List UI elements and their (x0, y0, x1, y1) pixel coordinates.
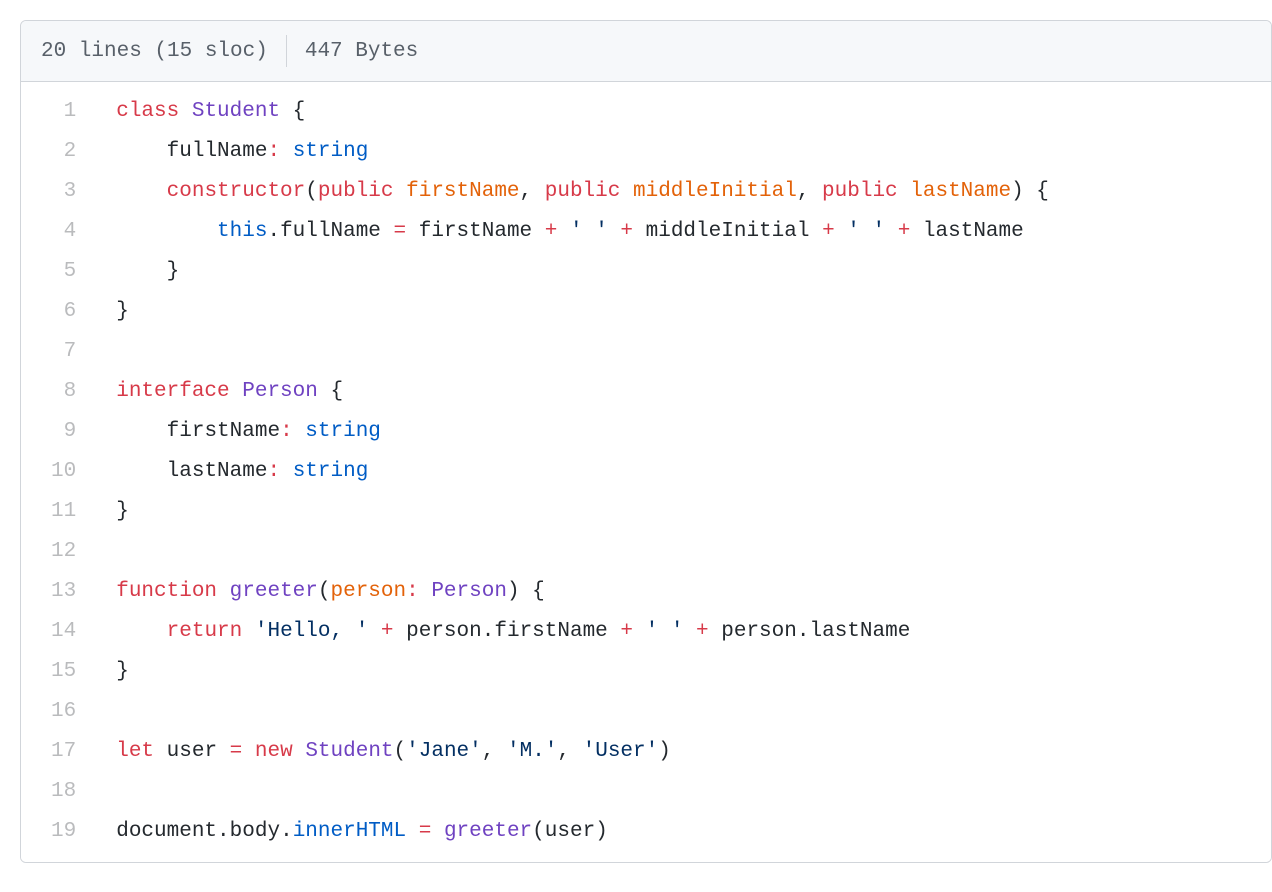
file-bytes: 447 Bytes (305, 40, 418, 63)
code-line: } (96, 652, 1271, 692)
line-number[interactable]: 17 (21, 732, 96, 772)
code-area: 12345678910111213141516171819 class Stud… (21, 82, 1271, 862)
code-line: this.fullName = firstName + ' ' + middle… (96, 212, 1271, 252)
code-line: interface Person { (96, 372, 1271, 412)
code-line: function greeter(person: Person) { (96, 572, 1271, 612)
code-line: lastName: string (96, 452, 1271, 492)
line-number[interactable]: 12 (21, 532, 96, 572)
file-header: 20 lines (15 sloc) 447 Bytes (21, 21, 1271, 82)
code-line: firstName: string (96, 412, 1271, 452)
code-line: fullName: string (96, 132, 1271, 172)
code-line (96, 332, 1271, 372)
code-line (96, 532, 1271, 572)
code-line (96, 772, 1271, 812)
code-line: class Student { (96, 92, 1271, 132)
line-number[interactable]: 10 (21, 452, 96, 492)
line-number[interactable]: 15 (21, 652, 96, 692)
line-number[interactable]: 16 (21, 692, 96, 732)
line-number[interactable]: 1 (21, 92, 96, 132)
code-line: } (96, 252, 1271, 292)
line-number[interactable]: 5 (21, 252, 96, 292)
line-number[interactable]: 2 (21, 132, 96, 172)
line-number[interactable]: 18 (21, 772, 96, 812)
code-line: let user = new Student('Jane', 'M.', 'Us… (96, 732, 1271, 772)
line-number[interactable]: 8 (21, 372, 96, 412)
line-number[interactable]: 7 (21, 332, 96, 372)
code-line: } (96, 292, 1271, 332)
line-number[interactable]: 13 (21, 572, 96, 612)
line-number[interactable]: 6 (21, 292, 96, 332)
line-number-gutter: 12345678910111213141516171819 (21, 82, 96, 862)
header-divider (286, 35, 287, 67)
line-number[interactable]: 3 (21, 172, 96, 212)
code-line: } (96, 492, 1271, 532)
code-viewer: 20 lines (15 sloc) 447 Bytes 12345678910… (20, 20, 1272, 863)
code-line: constructor(public firstName, public mid… (96, 172, 1271, 212)
code-line: return 'Hello, ' + person.firstName + ' … (96, 612, 1271, 652)
code-line (96, 692, 1271, 732)
line-number[interactable]: 9 (21, 412, 96, 452)
code-line: document.body.innerHTML = greeter(user) (96, 812, 1271, 852)
line-number[interactable]: 19 (21, 812, 96, 852)
line-number[interactable]: 4 (21, 212, 96, 252)
line-number[interactable]: 11 (21, 492, 96, 532)
line-number[interactable]: 14 (21, 612, 96, 652)
file-lines: 20 lines (15 sloc) (41, 40, 268, 63)
code-content[interactable]: class Student { fullName: string constru… (96, 82, 1271, 862)
